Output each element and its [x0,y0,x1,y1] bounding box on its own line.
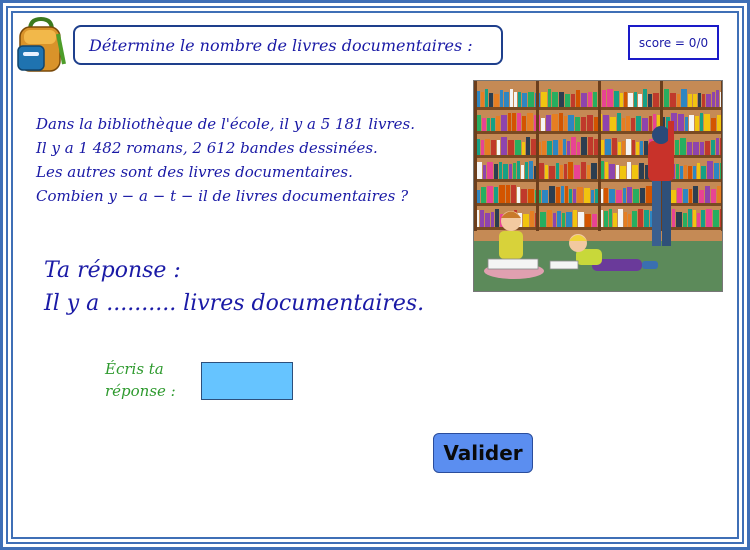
validate-button[interactable]: Valider [433,433,533,473]
input-label-line-1: Écris ta [105,360,164,378]
answer-input[interactable] [201,362,293,400]
library-illustration [473,80,723,292]
backpack-icon [14,16,66,74]
problem-line-2: Il y a 1 482 romans, 2 612 bandes dessin… [36,139,378,157]
answer-block: Ta réponse : Il y a .......... livres do… [44,254,424,320]
instruction-box: Détermine le nombre de livres documentai… [73,25,503,65]
input-label-line-2: réponse : [105,382,176,400]
score-display: score = 0/0 [628,25,719,60]
input-label: Écris ta réponse : [105,358,176,402]
problem-statement: Dans la bibliothèque de l'école, il y a … [36,112,466,208]
problem-line-3: Les autres sont des livres documentaires… [36,163,353,181]
answer-sentence: Il y a .......... livres documentaires. [44,291,425,316]
library-scene [474,81,722,291]
problem-line-1: Dans la bibliothèque de l'école, il y a … [36,115,415,133]
answer-label: Ta réponse : [44,258,181,283]
problem-line-4: Combien y − a − t − il de livres documen… [36,187,409,205]
instruction-title: Détermine le nombre de livres documentai… [89,35,473,55]
